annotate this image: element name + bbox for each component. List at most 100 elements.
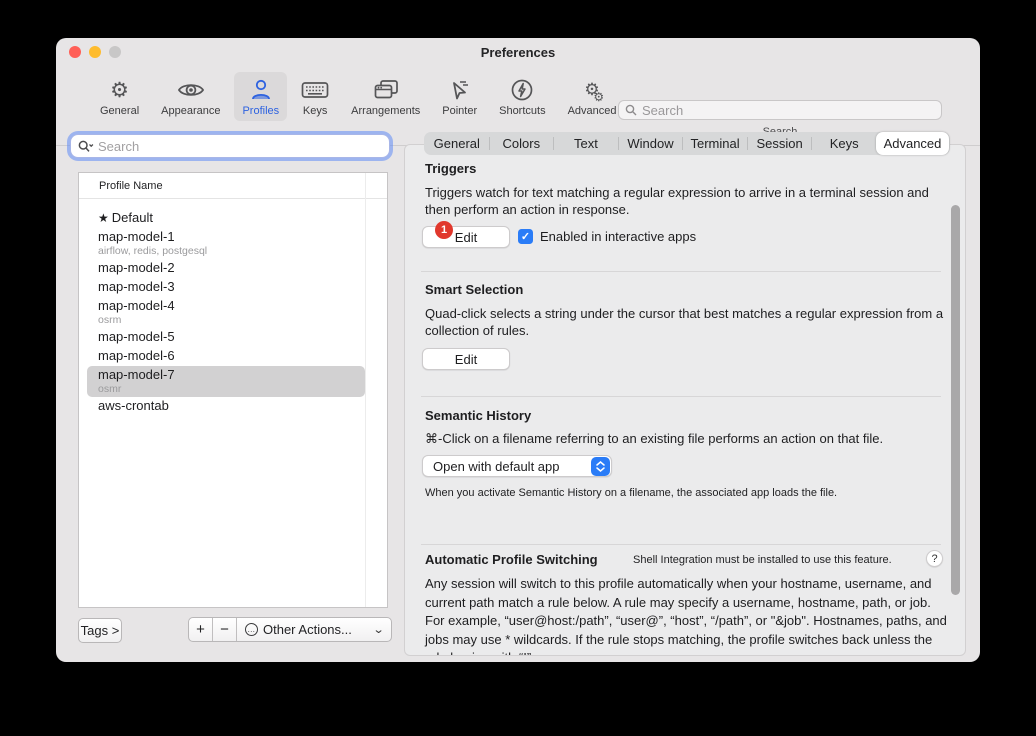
triggers-heading: Triggers xyxy=(425,161,477,176)
ellipsis-circle-icon: … xyxy=(245,623,258,636)
profile-row-default[interactable]: ★ Default xyxy=(87,209,365,228)
profile-row-map-model-3[interactable]: map-model-3 xyxy=(87,278,365,297)
advanced-settings-panel: Triggers Triggers watch for text matchin… xyxy=(404,144,966,656)
semantic-history-description: ⌘-Click on a filename referring to an ex… xyxy=(425,431,884,446)
panel-tabstrip: General Colors Text Window Terminal Sess… xyxy=(424,132,950,155)
section-divider xyxy=(421,396,941,397)
smart-selection-description: Quad-click selects a string under the cu… xyxy=(425,306,944,338)
profile-name: map-model-1 xyxy=(98,229,175,244)
profile-row-map-model-6[interactable]: map-model-6 xyxy=(87,347,365,366)
profile-rows: ★ Default map-model-1 airflow, redis, pos… xyxy=(79,199,387,416)
profile-tags: airflow, redis, postgesql xyxy=(98,245,208,257)
smart-selection-edit-button[interactable]: Edit xyxy=(422,348,510,370)
panel-scrollbar[interactable] xyxy=(949,147,963,655)
other-actions-dropdown[interactable]: … Other Actions... ⌄ xyxy=(237,618,391,641)
search-menu-icon xyxy=(78,140,94,152)
semantic-history-note: When you activate Semantic History on a … xyxy=(425,487,838,499)
profile-row-map-model-5[interactable]: map-model-5 xyxy=(87,328,365,347)
add-profile-button[interactable]: + xyxy=(189,618,213,641)
triggers-description: Triggers watch for text matching a regul… xyxy=(425,185,929,217)
cursor-icon xyxy=(448,77,472,103)
tab-window[interactable]: Window xyxy=(619,132,683,155)
toolbar-label: Advanced xyxy=(567,105,617,117)
section-divider xyxy=(421,271,941,272)
profile-row-map-model-4[interactable]: map-model-4 osrm xyxy=(87,297,365,328)
profile-name: map-model-2 xyxy=(98,260,175,275)
profile-name: map-model-5 xyxy=(98,329,175,344)
column-header-profile-name: Profile Name xyxy=(99,179,163,192)
semantic-history-dropdown[interactable]: Open with default app xyxy=(422,455,612,477)
profile-row-map-model-1[interactable]: map-model-1 airflow, redis, postgesql xyxy=(87,228,365,259)
toolbar-search-field[interactable]: Search xyxy=(618,100,942,120)
windows-icon xyxy=(373,77,399,103)
profile-tags: osrm xyxy=(98,314,122,326)
tags-button[interactable]: Tags > xyxy=(78,618,122,643)
toolbar-item-general[interactable]: ⚙ General xyxy=(92,72,147,121)
aps-description: Any session will switch to this profile … xyxy=(425,576,947,655)
toolbar-label: Keys xyxy=(302,105,328,117)
profile-name: map-model-7 xyxy=(98,367,175,382)
section-divider xyxy=(421,544,941,545)
keyboard-icon xyxy=(301,77,329,103)
profile-name: map-model-4 xyxy=(98,298,175,313)
semantic-history-heading: Semantic History xyxy=(425,408,532,423)
gear-icon: ⚙ xyxy=(110,78,129,102)
enabled-interactive-apps-checkbox[interactable]: ✓ xyxy=(518,229,533,244)
tab-general[interactable]: General xyxy=(425,132,489,155)
profile-name: Default xyxy=(111,210,153,225)
double-gear-icon: ⚙ ⚙ xyxy=(584,80,605,104)
profile-search-field[interactable]: Search xyxy=(70,134,390,158)
toolbar-label: Shortcuts xyxy=(499,105,546,117)
toolbar-item-profiles[interactable]: Profiles xyxy=(234,72,288,121)
profile-row-aws-crontab[interactable]: aws-crontab xyxy=(87,397,365,416)
toolbar-label: Pointer xyxy=(442,105,478,117)
toolbar-item-appearance[interactable]: Appearance xyxy=(153,72,228,121)
profile-row-map-model-7[interactable]: map-model-7 osmr xyxy=(87,366,365,397)
profile-tags: osmr xyxy=(98,383,122,395)
toolbar-item-pointer[interactable]: Pointer xyxy=(434,72,485,121)
tab-text[interactable]: Text xyxy=(554,132,618,155)
dropdown-stepper-icon xyxy=(591,456,610,476)
profile-list-header[interactable]: Profile Name xyxy=(79,173,387,199)
star-icon: ★ xyxy=(98,211,109,225)
titlebar: Preferences xyxy=(56,38,980,66)
tab-session[interactable]: Session xyxy=(748,132,812,155)
toolbar-items: ⚙ General Appearance Profiles Keys Arran… xyxy=(92,72,631,121)
lightning-circle-icon xyxy=(510,77,534,103)
toolbar-item-arrangements[interactable]: Arrangements xyxy=(343,72,428,121)
chevron-down-icon: ⌄ xyxy=(372,624,385,636)
tab-keys[interactable]: Keys xyxy=(812,132,876,155)
toolbar-search-placeholder: Search xyxy=(642,102,684,118)
person-icon xyxy=(250,77,272,103)
profile-name: aws-crontab xyxy=(98,398,169,413)
aps-shell-integration-note: Shell Integration must be installed to u… xyxy=(633,554,892,566)
profile-name: map-model-3 xyxy=(98,279,175,294)
screen: Preferences ⚙ General Appearance Profile… xyxy=(0,0,1036,736)
toolbar-item-keys[interactable]: Keys xyxy=(293,72,337,121)
aps-heading: Automatic Profile Switching xyxy=(425,552,598,567)
checkbox-label: Enabled in interactive apps xyxy=(540,229,697,244)
profile-row-map-model-2[interactable]: map-model-2 xyxy=(87,259,365,278)
scrollbar-thumb[interactable] xyxy=(951,205,960,595)
tab-advanced[interactable]: Advanced xyxy=(875,132,950,155)
other-actions-label: Other Actions... xyxy=(263,622,352,637)
remove-profile-button[interactable]: − xyxy=(213,618,237,641)
eye-icon xyxy=(177,77,205,103)
toolbar-item-shortcuts[interactable]: Shortcuts xyxy=(491,72,553,121)
toolbar-label: Appearance xyxy=(161,105,221,117)
smart-selection-heading: Smart Selection xyxy=(425,282,524,297)
toolbar-item-advanced[interactable]: ⚙ ⚙ Advanced xyxy=(560,72,625,121)
help-button[interactable]: ? xyxy=(926,550,943,567)
toolbar-label: General xyxy=(100,105,140,117)
profile-search-placeholder: Search xyxy=(98,138,140,154)
tab-terminal[interactable]: Terminal xyxy=(683,132,747,155)
window-title: Preferences xyxy=(480,45,556,60)
profile-name: map-model-6 xyxy=(98,348,175,363)
preferences-window: Preferences ⚙ General Appearance Profile… xyxy=(56,38,980,662)
profile-list: Profile Name ★ Default map-model-1 airflo… xyxy=(78,172,388,608)
notification-badge: 1 xyxy=(435,221,453,239)
toolbar-label: Profiles xyxy=(242,105,280,117)
dropdown-value: Open with default app xyxy=(433,458,560,474)
search-icon xyxy=(625,104,637,116)
tab-colors[interactable]: Colors xyxy=(490,132,554,155)
